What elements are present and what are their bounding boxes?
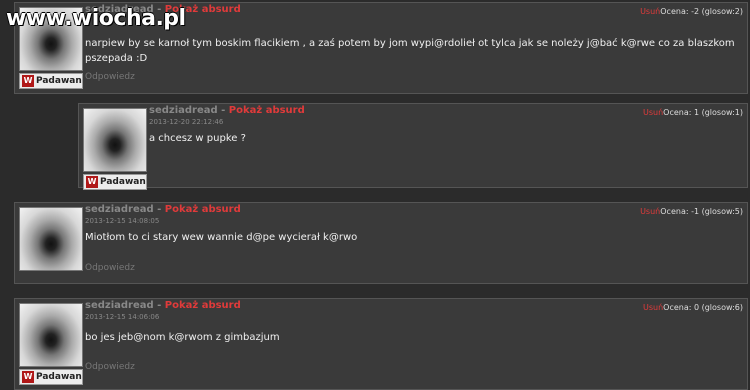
avatar[interactable]	[19, 207, 83, 271]
show-absurd-link[interactable]: Pokaż absurd	[229, 105, 305, 116]
reply-link[interactable]: Odpowiedz	[85, 362, 135, 372]
comment-text-line: narpiew by se karnoł tym boskim flacikie…	[85, 38, 735, 49]
rank-label: Padawan	[36, 76, 82, 86]
rating-text: Ocena: -1 (glosow:5)	[660, 207, 743, 216]
reply-link[interactable]: Odpowiedz	[85, 263, 135, 273]
rank-badge: W Padawan	[19, 369, 83, 385]
meta-separator: -	[221, 105, 226, 116]
author-link[interactable]: sedziadread	[149, 105, 218, 116]
comment-actions: UsuńOcena: -1 (glosow:5)	[640, 207, 743, 216]
rating-text: Ocena: 0 (glosow:6)	[663, 303, 743, 312]
meta-separator: -	[157, 204, 162, 215]
comment-text-line: pszepada :D	[85, 53, 148, 64]
author-link[interactable]: sedziadread	[85, 300, 154, 311]
rank-badge: W Padawan	[19, 73, 83, 89]
author-link[interactable]: sedziadread	[85, 204, 154, 215]
rank-label: Padawan	[100, 177, 146, 187]
rank-icon: W	[22, 371, 34, 383]
comment-actions: UsuńOcena: 1 (glosow:1)	[643, 108, 743, 117]
meta-separator: -	[157, 300, 162, 311]
comment-card: W Padawan sedziadread - Pokaż absurd 2013…	[14, 298, 748, 390]
delete-link[interactable]: Usuń	[640, 7, 660, 16]
comment-card-reply: W Padawan sedziadread - Pokaż absurd 2013…	[78, 103, 748, 190]
comment-date: 2013-12-15 14:06:06	[85, 313, 160, 321]
show-absurd-link[interactable]: Pokaż absurd	[165, 300, 241, 311]
delete-link[interactable]: Usuń	[643, 303, 663, 312]
show-absurd-link[interactable]: Pokaż absurd	[165, 204, 241, 215]
rating-text: Ocena: 1 (glosow:1)	[663, 108, 743, 117]
rank-icon: W	[22, 75, 34, 87]
comment-text-line: Miotłom to ci stary wew wannie d@pe wyci…	[85, 232, 358, 243]
comment-text: narpiew by se karnoł tym boskim flacikie…	[85, 36, 735, 66]
rank-badge: W Padawan	[83, 174, 147, 190]
delete-link[interactable]: Usuń	[643, 108, 663, 117]
comment-card: sedziadread - Pokaż absurd 2013-12-15 14…	[14, 202, 748, 284]
comment-actions: UsuńOcena: -2 (glosow:2)	[640, 7, 743, 16]
avatar[interactable]	[19, 303, 83, 367]
comment-text-line: a chcesz w pupke ?	[149, 133, 246, 144]
comment-date: 2013-12-20 22:12:46	[149, 118, 224, 126]
rank-label: Padawan	[36, 372, 82, 382]
comment-meta: sedziadread - Pokaż absurd	[85, 300, 241, 311]
rank-icon: W	[86, 176, 98, 188]
comment-meta: sedziadread - Pokaż absurd	[149, 105, 305, 116]
comment-text: bo jes jeb@nom k@rwom z gimbazjum	[85, 330, 280, 345]
comment-actions: UsuńOcena: 0 (glosow:6)	[643, 303, 743, 312]
comment-meta: sedziadread - Pokaż absurd	[85, 204, 241, 215]
delete-link[interactable]: Usuń	[640, 207, 660, 216]
comment-text: a chcesz w pupke ?	[149, 131, 246, 146]
site-watermark-logo: www.wiocha.pl	[6, 6, 186, 31]
comment-date: 2013-12-15 14:08:05	[85, 217, 160, 225]
comment-text-line: bo jes jeb@nom k@rwom z gimbazjum	[85, 332, 280, 343]
rating-text: Ocena: -2 (glosow:2)	[660, 7, 743, 16]
comment-text: Miotłom to ci stary wew wannie d@pe wyci…	[85, 230, 357, 245]
avatar[interactable]	[83, 108, 147, 172]
reply-link[interactable]: Odpowiedz	[85, 72, 135, 82]
